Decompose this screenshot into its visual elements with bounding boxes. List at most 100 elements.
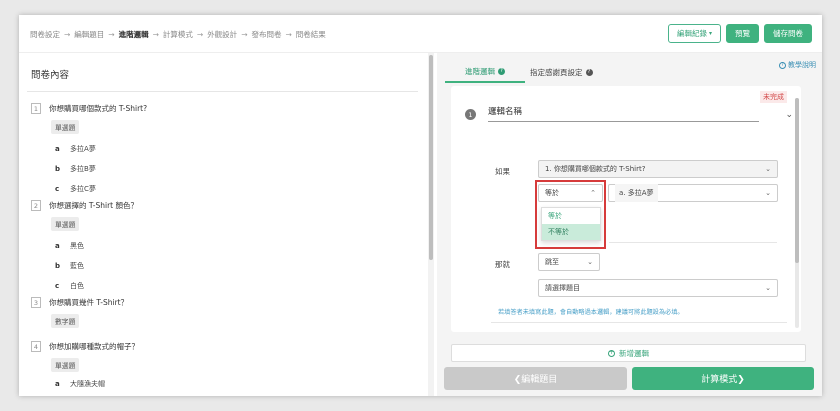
answer-value: a. 多拉A夢 bbox=[615, 184, 658, 202]
tutorial-link[interactable]: ? 教學說明 bbox=[779, 60, 816, 70]
option-label: 多拉A夢 bbox=[70, 145, 96, 153]
if-label: 如果 bbox=[495, 167, 510, 176]
crumb-arrow: → bbox=[196, 30, 204, 39]
highlight-box bbox=[535, 180, 606, 249]
option-item: a 大隨漁夫帽 bbox=[55, 379, 139, 389]
crumb-publish[interactable]: 發布問卷 bbox=[251, 29, 281, 40]
tab-label: 指定感謝頁設定 bbox=[530, 67, 583, 77]
option-key: c bbox=[55, 282, 60, 290]
add-logic-label: 新增邏輯 bbox=[619, 348, 649, 358]
logic-number-badge: 1 bbox=[465, 109, 476, 120]
next-step-button[interactable]: 計算模式❯ bbox=[632, 367, 814, 390]
crumb-settings[interactable]: 問卷設定 bbox=[30, 29, 60, 40]
scrollbar-thumb[interactable] bbox=[795, 98, 799, 263]
tab-advanced-logic[interactable]: 進階邏輯 ? bbox=[445, 61, 525, 83]
tutorial-label: 教學說明 bbox=[788, 61, 816, 69]
question-text: 你想選擇的 T-Shirt 顏色？ bbox=[49, 201, 138, 210]
tab-thank-you-page[interactable]: 指定感謝頁設定 ? bbox=[530, 61, 593, 83]
option-label: 大隨漁夫帽 bbox=[70, 380, 105, 388]
crumb-arrow: → bbox=[64, 30, 71, 39]
question-item[interactable]: 1 你想購買哪個款式的 T-Shirt? 單選題 a 多拉A夢 b 多拉B夢 c 多拉… bbox=[31, 103, 147, 194]
option-key: b bbox=[55, 262, 61, 270]
previous-step-button[interactable]: ❮編輯題目 bbox=[444, 367, 627, 390]
option-item: c 白色 bbox=[55, 281, 138, 291]
card-scrollbar[interactable] bbox=[795, 98, 799, 328]
crumb-calculation[interactable]: 計算模式 bbox=[163, 29, 193, 40]
question-item[interactable]: 3 你想購買幾件 T-Shirt？ 數字題 bbox=[31, 297, 128, 328]
condition-question-select[interactable]: 1. 你想購買哪個款式的 T-Shirt? ⌄ bbox=[538, 160, 778, 178]
select-value: 跳至 bbox=[545, 258, 559, 266]
question-mark-icon: ? bbox=[585, 68, 593, 76]
caret-down-icon: ▾ bbox=[708, 30, 712, 37]
divider bbox=[491, 322, 787, 323]
divider bbox=[27, 91, 418, 92]
help-circle-icon: ? bbox=[779, 61, 786, 69]
option-label: 多拉B夢 bbox=[70, 165, 96, 173]
tab-label: 進階邏輯 bbox=[465, 66, 495, 76]
divider bbox=[609, 242, 777, 243]
option-key: b bbox=[55, 165, 61, 173]
question-item[interactable]: 2 你想選擇的 T-Shirt 顏色？ 單選題 a 黑色 b 藍色 c 白色 bbox=[31, 200, 138, 291]
question-type-tag: 單選題 bbox=[51, 120, 80, 134]
select-value: 1. 你想購買哪個款式的 T-Shirt? bbox=[545, 165, 646, 173]
preview-button[interactable]: 預覽 bbox=[726, 24, 759, 43]
question-text: 你想加購哪種款式的帽子？ bbox=[49, 342, 139, 351]
question-number: 4 bbox=[31, 341, 41, 352]
status-badge: 未完成 bbox=[760, 91, 787, 103]
option-key: a bbox=[55, 145, 60, 153]
select-placeholder: 請選擇題目 bbox=[545, 284, 580, 292]
answer-select[interactable]: a. 多拉A夢 ⌄ bbox=[608, 184, 778, 202]
question-type-tag: 數字題 bbox=[51, 314, 80, 328]
plus-icon: + bbox=[608, 349, 615, 357]
action-select[interactable]: 跳至 ⌄ bbox=[538, 253, 600, 271]
crumb-arrow: → bbox=[108, 30, 115, 39]
logic-tabs: 進階邏輯 ? 指定感謝頁設定 ? bbox=[445, 61, 817, 83]
hint-text: 若填答者未填寫此題，會自動略過本邏輯，建議可將此題設為必填。 bbox=[498, 309, 684, 316]
edit-history-button[interactable]: 編輯紀錄 ▾ bbox=[667, 24, 721, 43]
crumb-arrow: → bbox=[152, 30, 159, 39]
logic-name-input[interactable]: 邏輯名稱 bbox=[488, 103, 759, 122]
chevron-down-icon: ⌄ bbox=[765, 284, 771, 292]
crumb-appearance[interactable]: 外觀設計 bbox=[207, 29, 237, 40]
top-actions: 編輯紀錄 ▾ 預覽 儲存問卷 bbox=[667, 24, 812, 43]
edit-history-label: 編輯紀錄 bbox=[676, 29, 707, 38]
option-label: 多拉C夢 bbox=[70, 185, 96, 193]
option-label: 藍色 bbox=[70, 262, 84, 270]
scrollbar-thumb[interactable] bbox=[429, 55, 433, 260]
question-number: 2 bbox=[31, 200, 41, 211]
logic-panel: 進階邏輯 ? 指定感謝頁設定 ? ? 教學說明 未完成 1 邏輯名稱 ⌄ 如果 … bbox=[437, 53, 822, 396]
option-label: 白色 bbox=[70, 282, 84, 290]
question-text: 你想購買哪個款式的 T-Shirt? bbox=[49, 104, 148, 113]
question-mark-icon: ? bbox=[498, 67, 505, 75]
breadcrumb: 問卷設定 → 編輯題目 → 進階邏輯 → 計算模式 → 外觀設計 → 發布問卷 … bbox=[30, 29, 326, 40]
option-item: a 多拉A夢 bbox=[55, 144, 147, 154]
question-text: 你想購買幾件 T-Shirt？ bbox=[49, 298, 129, 307]
left-scrollbar[interactable] bbox=[428, 53, 434, 396]
crumb-arrow: → bbox=[241, 30, 248, 39]
option-key: c bbox=[55, 185, 60, 193]
app-window: 問卷設定 → 編輯題目 → 進階邏輯 → 計算模式 → 外觀設計 → 發布問卷 … bbox=[19, 15, 822, 396]
option-item: b 多拉B夢 bbox=[55, 164, 147, 174]
crumb-advanced-logic[interactable]: 進階邏輯 bbox=[119, 29, 149, 40]
option-item: b 藍色 bbox=[55, 261, 138, 271]
option-key: a bbox=[55, 380, 60, 388]
chevron-down-icon: ⌄ bbox=[765, 189, 771, 197]
top-bar: 問卷設定 → 編輯題目 → 進階邏輯 → 計算模式 → 外觀設計 → 發布問卷 … bbox=[19, 15, 822, 53]
add-logic-button[interactable]: + 新增邏輯 bbox=[451, 344, 806, 362]
chevron-down-icon: ⌄ bbox=[587, 258, 593, 266]
question-type-tag: 單選題 bbox=[51, 358, 80, 372]
then-label: 那就 bbox=[495, 260, 510, 269]
panel-title: 問卷內容 bbox=[31, 70, 70, 81]
questionnaire-content-panel: 問卷內容 1 你想購買哪個款式的 T-Shirt? 單選題 a 多拉A夢 b 多拉B… bbox=[19, 53, 426, 396]
question-number: 1 bbox=[31, 103, 41, 114]
crumb-results[interactable]: 問卷結果 bbox=[296, 29, 326, 40]
question-item[interactable]: 4 你想加購哪種款式的帽子？ 單選題 a 大隨漁夫帽 bbox=[31, 341, 139, 389]
target-question-select[interactable]: 請選擇題目 ⌄ bbox=[538, 279, 778, 297]
logic-card: 未完成 1 邏輯名稱 ⌄ 如果 1. 你想購買哪個款式的 T-Shirt? ⌄ … bbox=[451, 86, 801, 332]
question-type-tag: 單選題 bbox=[51, 217, 80, 231]
crumb-edit-questions[interactable]: 編輯題目 bbox=[74, 29, 104, 40]
question-number: 3 bbox=[31, 297, 41, 308]
chevron-down-icon[interactable]: ⌄ bbox=[785, 110, 793, 120]
save-button[interactable]: 儲存問卷 bbox=[764, 24, 812, 43]
chevron-down-icon: ⌄ bbox=[765, 165, 771, 173]
